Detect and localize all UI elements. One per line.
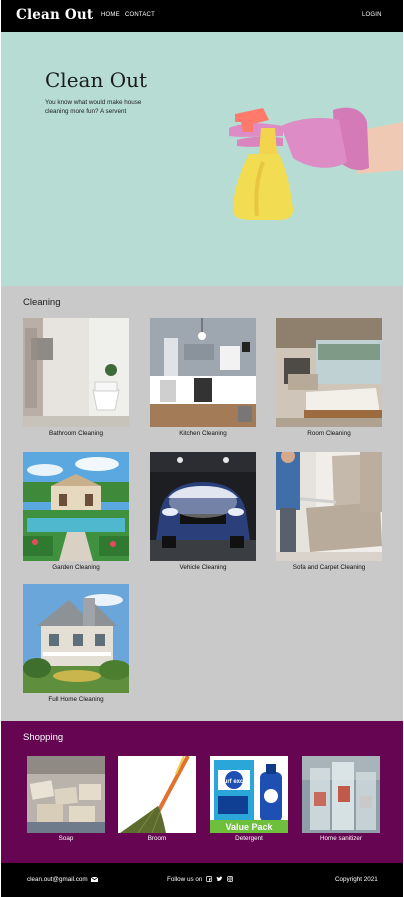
soap-photo [27,756,105,833]
footer-email-text: clean.out@gmail.com [27,876,88,883]
footer-follow: Follow us on [167,876,233,883]
shopping-section-title: Shopping [23,732,64,743]
detergent-photo: Value Pack Surf excel [210,756,288,833]
footer-copyright: Copyright 2021 [335,876,378,883]
brand-logo[interactable]: Clean Out [16,7,93,23]
nav-link-home[interactable]: HOME [101,12,120,18]
bathroom-photo [23,318,129,427]
garden-photo [23,452,129,561]
hero-title: Clean Out [45,68,148,92]
facebook-icon[interactable] [206,876,213,883]
service-label: Room Cleaning [307,430,351,437]
sofa-photo [276,452,382,561]
page: Clean Out HOME CONTACT LOGIN Clean Out Y… [1,0,403,897]
surf-excel-text: Surf excel [220,779,249,785]
footer: clean.out@gmail.com Follow us on Copyrig… [1,863,403,897]
instagram-icon[interactable] [226,876,233,883]
shopping-section: Shopping Soap Broom Value Pack Surf exce… [1,721,403,863]
vehicle-photo [150,452,256,561]
footer-follow-text: Follow us on [167,876,203,883]
product-label: Detergent [235,835,263,842]
hero-banner: Clean Out You know what would make house… [1,32,403,286]
cleaning-section-title: Cleaning [23,297,61,308]
service-label: Sofa and Carpet Cleaning [292,564,366,571]
sanitizer-photo [302,756,380,833]
nav-link-contact[interactable]: CONTACT [125,12,155,18]
service-label: Garden Cleaning [52,564,100,571]
nav-link-login[interactable]: LOGIN [362,12,382,18]
product-label: Soap [58,835,74,842]
full-home-photo [23,584,129,693]
product-label: Broom [147,835,167,842]
service-label: Vehicle Cleaning [179,564,227,571]
room-photo [276,318,382,427]
broom-photo [118,756,196,833]
top-navbar: Clean Out HOME CONTACT LOGIN [1,0,403,32]
footer-email[interactable]: clean.out@gmail.com [27,876,99,883]
cleaning-section: Cleaning Bathroom Cleaning Kitchen Clean… [1,286,403,721]
service-label: Kitchen Cleaning [179,430,227,437]
twitter-icon[interactable] [216,876,223,882]
mail-icon [91,876,99,882]
service-label: Full Home Cleaning [48,696,104,703]
product-label: Home sanitizer [320,835,362,842]
value-pack-text: Value Pack [225,822,273,832]
service-label: Bathroom Cleaning [49,430,103,437]
spray-bottle-glove-image [229,107,403,220]
hero-subtitle: You know what would make house cleaning … [45,99,142,115]
kitchen-photo [150,318,256,427]
